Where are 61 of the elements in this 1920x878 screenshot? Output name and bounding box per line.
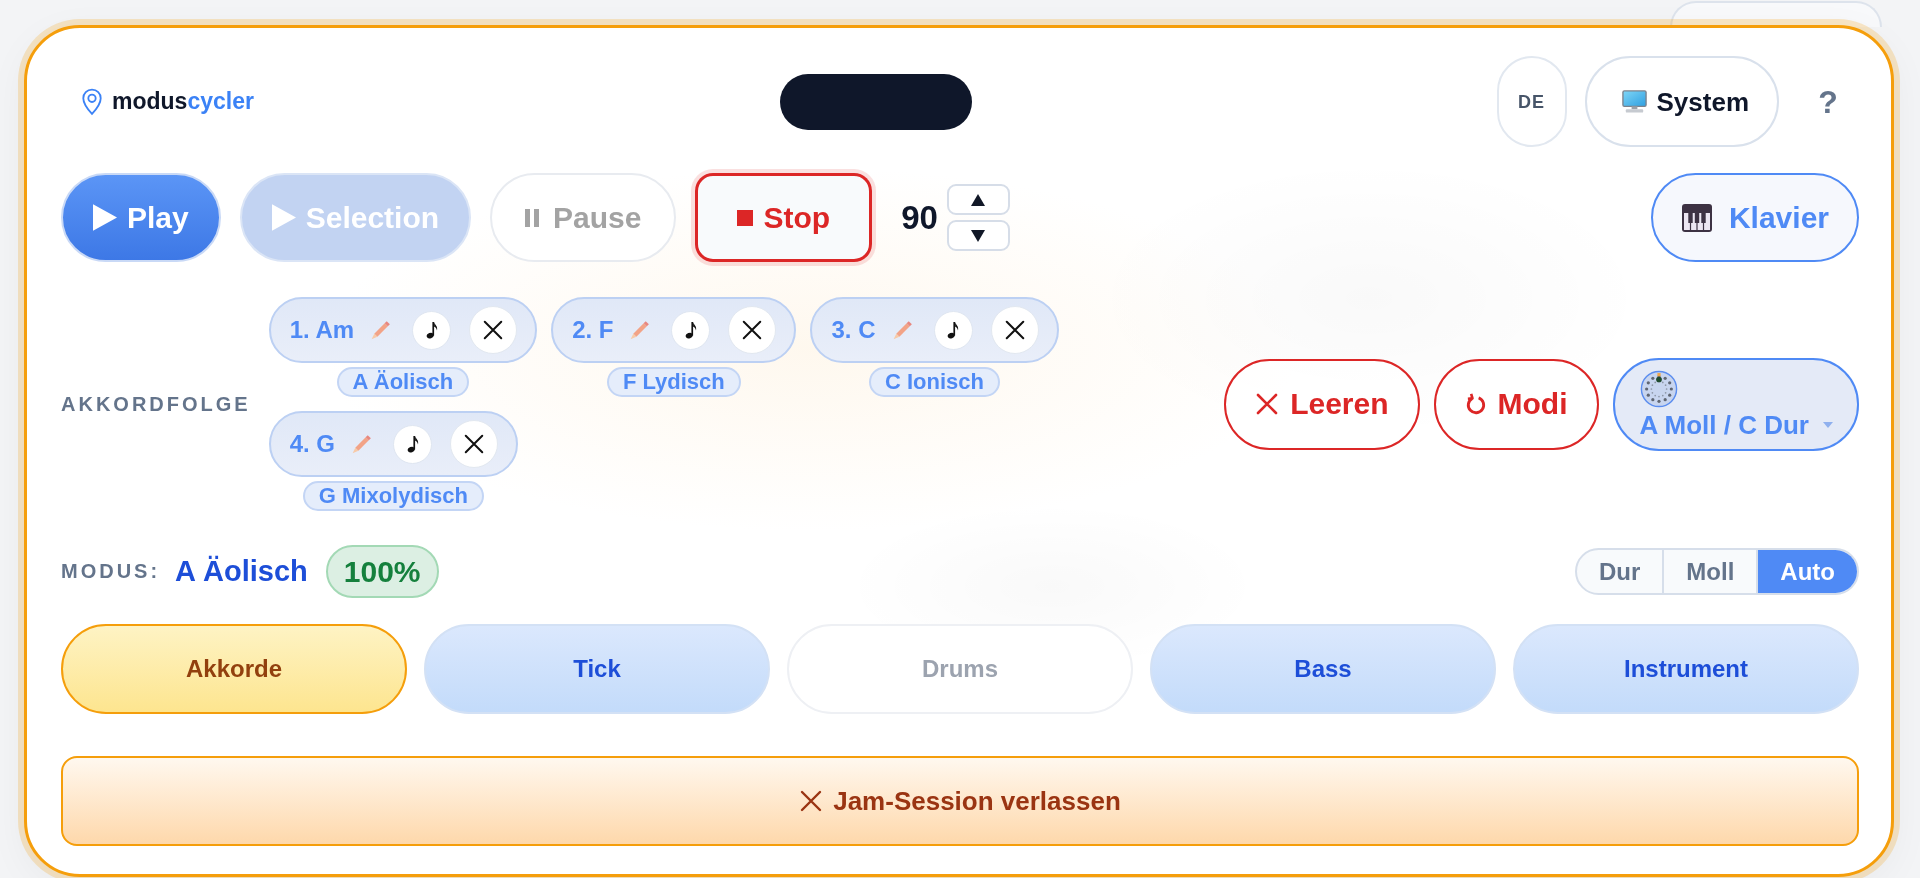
scale-option[interactable]: Auto	[1756, 550, 1857, 593]
chord-chip[interactable]: 1. Am	[268, 297, 538, 363]
music-note-icon	[425, 321, 438, 339]
remove-chord-button[interactable]	[728, 306, 777, 354]
language-button[interactable]: DE	[1496, 56, 1567, 147]
mode-tag: C Ionisch	[869, 367, 1000, 397]
music-note-icon	[685, 321, 697, 339]
track-toggle[interactable]: Tick	[424, 624, 770, 714]
instrument-button[interactable]: Klavier	[1650, 173, 1859, 262]
play-icon	[271, 204, 296, 231]
music-note-icon	[406, 435, 419, 453]
mode-tag: F Lydisch	[606, 367, 741, 397]
close-icon	[799, 789, 824, 813]
track-toggle[interactable]: Bass	[1150, 624, 1496, 714]
track-toggle[interactable]: Akkorde	[61, 624, 407, 714]
section-label: AKKORDFOLGE	[61, 392, 251, 416]
chord-label: 3. C	[831, 316, 876, 344]
leave-session-button[interactable]: Jam-Session verlassen	[61, 756, 1859, 846]
remove-chord-button[interactable]	[450, 420, 499, 468]
mode-value: A Äolisch	[175, 555, 308, 588]
close-icon	[463, 433, 486, 455]
close-icon	[741, 319, 764, 341]
tempo-down-button[interactable]	[946, 220, 1010, 251]
close-icon	[1255, 392, 1280, 416]
piano-icon	[1680, 201, 1713, 234]
play-icon	[93, 204, 117, 231]
mode-tag: A Äolisch	[336, 367, 470, 397]
stop-icon	[737, 209, 754, 226]
caret-icon	[1823, 422, 1833, 428]
match-score: 100%	[325, 545, 439, 598]
chord-chip[interactable]: 3. C	[810, 297, 1059, 363]
chord-label: 2. F	[572, 316, 614, 344]
dotted-circle-icon	[1639, 370, 1678, 408]
triangle-up-icon	[971, 193, 986, 206]
theme-button[interactable]: System	[1584, 56, 1779, 147]
clear-button[interactable]: Leeren	[1224, 358, 1420, 450]
track-toggle[interactable]: Instrument	[1513, 624, 1859, 714]
chord-label: 4. G	[289, 430, 336, 458]
chord-chip[interactable]: 4. G	[268, 411, 519, 477]
scale-option[interactable]: Dur	[1577, 550, 1663, 593]
chord-chip[interactable]: 2. F	[551, 297, 797, 363]
play-button[interactable]: Play	[61, 173, 221, 262]
mode-tag: G Mixolydisch	[302, 481, 484, 511]
close-icon	[1003, 319, 1026, 341]
chord-label: 1. Am	[289, 316, 355, 344]
music-note-icon	[947, 321, 959, 339]
triangle-down-icon	[971, 229, 986, 242]
tempo-value: 90	[901, 198, 938, 237]
map-pin-icon	[81, 87, 103, 116]
help-button[interactable]: ?	[1807, 76, 1849, 127]
stop-button[interactable]: Stop	[691, 169, 877, 266]
monitor-icon	[1620, 88, 1648, 115]
track-toggle[interactable]: Drums	[787, 624, 1133, 714]
reset-modes-button[interactable]: Modi	[1433, 358, 1599, 450]
pause-icon	[525, 208, 540, 227]
tempo-up-button[interactable]	[946, 184, 1010, 215]
rotate-icon	[1464, 393, 1487, 415]
close-icon	[482, 319, 505, 341]
key-dropdown[interactable]: A Moll / C Dur	[1612, 357, 1859, 451]
mode-label: MODUS:	[61, 560, 161, 583]
logo-text: moduscycler	[112, 88, 254, 115]
